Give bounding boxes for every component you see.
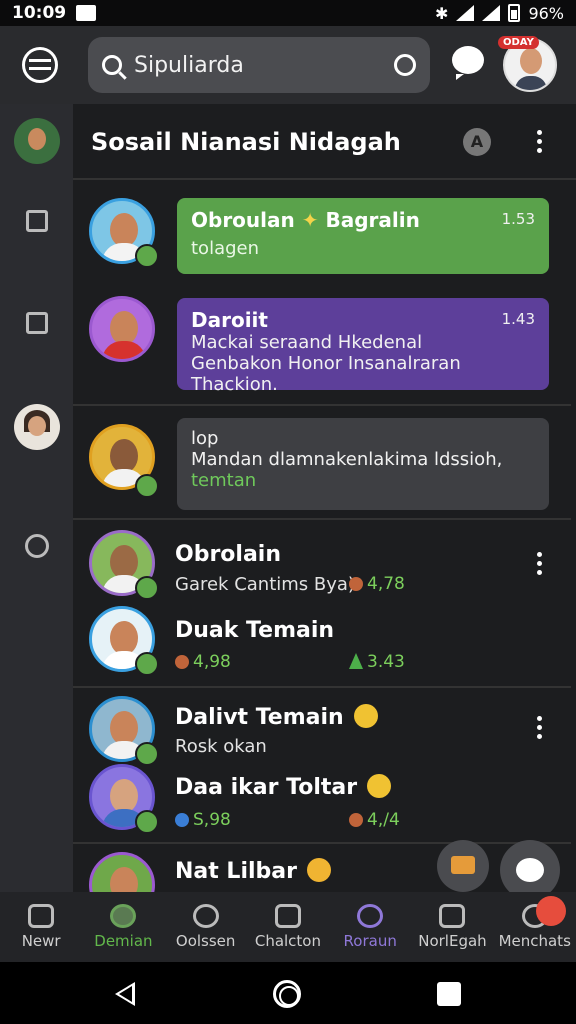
recent-apps-icon[interactable] — [437, 982, 461, 1006]
list-item[interactable]: Obrolain Garek Cantims Bya) 4,78 Duak Te… — [73, 522, 571, 688]
profile-badge: ODAY — [498, 36, 539, 49]
user-stat: 3.43 — [349, 652, 405, 672]
message-text: Mandan dlamnakenlakima ldssioh, — [191, 449, 503, 470]
community-icon — [110, 904, 137, 928]
message-sender: lop — [191, 428, 219, 449]
user-name: Nat Lilbar — [175, 858, 331, 884]
tab-menchats[interactable]: Menchats — [494, 892, 576, 962]
message-bubble[interactable]: lop Mandan dlamnakenlakima ldssioh, temt… — [177, 418, 549, 510]
message-row[interactable]: lop Mandan dlamnakenlakima ldssioh, temt… — [73, 404, 571, 520]
message-text-line-1: Mackai seraand Hkedenal — [191, 332, 423, 353]
star-icon: ✦ — [301, 208, 319, 232]
battery-percent: 96% — [528, 3, 564, 23]
online-status-icon — [135, 652, 159, 676]
compose-button[interactable] — [500, 840, 560, 900]
user-subtitle: Garek Cantims Bya) — [175, 574, 355, 595]
list-item[interactable]: Dalivt Temain Rosk okan Daa ikar Toltar … — [73, 688, 571, 844]
side-rail — [0, 104, 73, 892]
star-icon — [353, 704, 378, 728]
tab-demian[interactable]: Demian — [82, 892, 164, 962]
status-bar: 10:09 ✱ 96% — [0, 0, 576, 26]
user-stat: 4,/4 — [349, 810, 400, 830]
search-icon — [192, 904, 219, 928]
message-link-text[interactable]: temtan — [191, 470, 535, 491]
status-time: 10:09 — [12, 3, 67, 23]
user-name: Daa ikar Toltar — [175, 774, 392, 800]
app-notification-icon — [76, 5, 97, 21]
account-icon[interactable]: A — [463, 128, 491, 156]
user-stat: 4,78 — [349, 574, 405, 594]
mail-button[interactable] — [437, 840, 489, 892]
message-bubble[interactable]: Daroiit 1.43 Mackai seraand Hkedenal Gen… — [177, 298, 549, 395]
person-icon — [28, 904, 55, 928]
star-icon — [367, 774, 392, 798]
user-name: Obrolain — [175, 542, 282, 567]
more-options-icon[interactable] — [537, 716, 542, 740]
compose-icon — [516, 858, 544, 882]
message-sender-suffix: Bagralin — [325, 208, 420, 232]
search-icon — [102, 55, 122, 75]
tab-roraun[interactable]: Roraun — [329, 892, 411, 962]
back-icon[interactable] — [115, 982, 135, 1006]
main-panel: Sosail Nianasi Nidagah A Obroulan ✦ Bagr… — [73, 104, 576, 918]
more-options-icon[interactable] — [537, 552, 542, 576]
user-name: Dalivt Temain — [175, 704, 378, 730]
user-subtitle: Rosk okan — [175, 736, 267, 757]
message-row[interactable]: Daroiit 1.43 Mackai seraand Hkedenal Gen… — [73, 288, 571, 398]
top-app-bar: Sipuliarda ODAY — [0, 26, 576, 104]
close-icon — [274, 904, 301, 928]
search-input[interactable]: Sipuliarda — [134, 53, 244, 78]
home-icon[interactable] — [273, 980, 301, 1008]
search-icon[interactable] — [25, 534, 49, 558]
message-time: 1.43 — [501, 310, 535, 328]
mail-icon — [451, 856, 475, 874]
tab-chalcton[interactable]: Chalcton — [247, 892, 329, 962]
online-status-icon — [135, 576, 159, 600]
status-icons: ✱ 96% — [435, 4, 564, 23]
search-bar[interactable]: Sipuliarda — [88, 37, 430, 93]
more-options-icon[interactable] — [537, 130, 542, 154]
scan-icon[interactable] — [394, 54, 416, 76]
user-stat: 4,98 — [175, 652, 231, 672]
message-text: tolagen — [191, 238, 260, 259]
menu-icon[interactable] — [22, 47, 58, 83]
online-status-icon — [135, 742, 159, 766]
tab-norlegah[interactable]: NorlEgah — [411, 892, 493, 962]
mail-icon — [439, 904, 466, 928]
tab-newr[interactable]: Newr — [0, 892, 82, 962]
bluetooth-icon: ✱ — [435, 3, 449, 23]
message-row[interactable]: Obroulan ✦ Bagralin 1.53 tolagen — [73, 182, 571, 282]
battery-icon — [508, 4, 521, 22]
message-bubble[interactable]: Obroulan ✦ Bagralin 1.53 tolagen — [177, 198, 549, 274]
message-sender: Obroulan — [191, 208, 295, 232]
rail-avatar-2[interactable] — [14, 404, 60, 450]
bottom-tab-bar: Newr Demian Oolssen Chalcton Roraun Norl… — [0, 892, 576, 962]
chat-icon[interactable] — [452, 46, 484, 80]
tab-oolssen[interactable]: Oolssen — [165, 892, 247, 962]
user-stat: S,98 — [175, 810, 231, 830]
wifi-icon — [456, 5, 475, 21]
online-status-icon — [135, 474, 159, 498]
page-title: Sosail Nianasi Nidagah — [91, 128, 401, 156]
avatar[interactable] — [89, 296, 155, 362]
online-status-icon — [135, 810, 159, 834]
user-name: Duak Temain — [175, 618, 335, 643]
document-icon[interactable] — [26, 312, 48, 334]
rail-avatar-1[interactable] — [14, 118, 60, 164]
archive-icon[interactable] — [26, 210, 48, 232]
signal-icon — [482, 5, 501, 21]
settings-icon — [357, 904, 384, 928]
conversation-header: Sosail Nianasi Nidagah A — [73, 104, 576, 180]
system-nav-bar — [0, 962, 576, 1024]
message-sender: Daroiit — [191, 308, 268, 332]
notification-badge — [535, 896, 566, 926]
online-status-icon — [135, 244, 159, 268]
message-time: 1.53 — [501, 210, 535, 228]
list-item[interactable]: Nat Lilbar — [73, 846, 571, 918]
message-text-line-2: Genbakon Honor Insanalraran Thackion. — [191, 353, 461, 395]
thumbs-up-icon — [306, 858, 331, 882]
